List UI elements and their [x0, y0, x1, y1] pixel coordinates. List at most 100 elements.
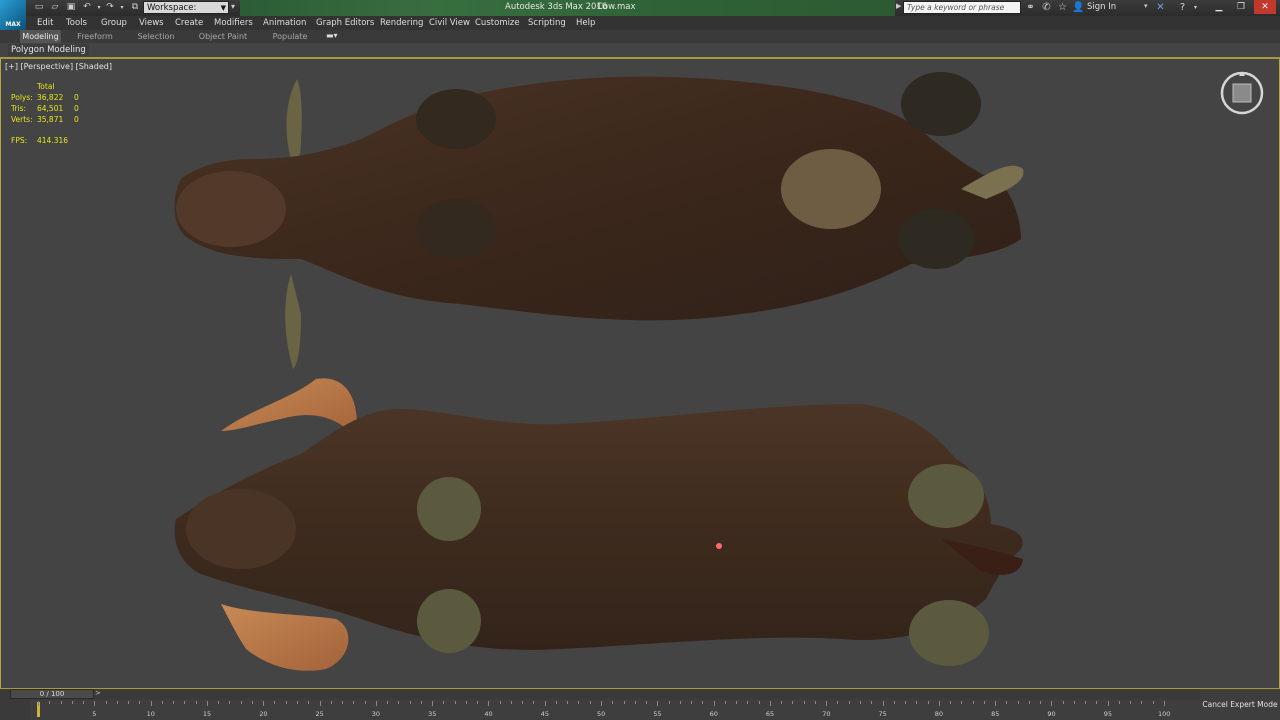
scene-render[interactable]	[1, 59, 1279, 688]
time-slider[interactable]: 0 / 100	[10, 689, 94, 699]
trackbar-tick	[1073, 701, 1075, 704]
open-file-icon[interactable]: ▱	[49, 2, 61, 13]
trackbar-tick	[972, 701, 974, 704]
favorites-star-icon[interactable]: ☆	[1056, 1, 1069, 14]
trackbar-tick	[1118, 701, 1120, 704]
viewcube-icon[interactable]	[1219, 70, 1265, 116]
tab-freeform[interactable]: Freeform	[73, 30, 117, 43]
redo-dropdown-icon[interactable]: ▾	[116, 2, 128, 13]
tab-populate[interactable]: Populate	[267, 30, 313, 43]
trackbar-tick-label: 35	[428, 710, 437, 718]
trackbar-tick	[60, 701, 62, 704]
trackbar-tick	[601, 701, 602, 706]
next-frame-icon[interactable]: >	[95, 689, 101, 697]
menu-rendering[interactable]: Rendering	[380, 17, 423, 29]
minimize-icon[interactable]: ▁	[1208, 0, 1230, 14]
tab-object-paint[interactable]: Object Paint	[196, 30, 250, 43]
trackbar-tick-label: 100	[1158, 710, 1171, 718]
trackbar-tick	[544, 701, 546, 706]
exchange-apps-icon[interactable]: ✕	[1154, 1, 1167, 14]
sign-in-dropdown-icon[interactable]: ▾	[1144, 2, 1148, 10]
trackbar-tick	[691, 701, 693, 704]
cancel-expert-mode-label: Cancel Expert Mode	[1202, 700, 1278, 709]
trackbar-tick	[116, 701, 118, 704]
trackbar-tick	[792, 701, 794, 704]
trackbar-tick	[859, 701, 861, 704]
help-icon[interactable]: ?	[1176, 1, 1189, 14]
customize-quick-access-icon[interactable]: ▾	[231, 2, 235, 11]
trackbar-tick	[296, 701, 298, 704]
save-file-icon[interactable]: ▣	[65, 2, 77, 13]
menu-tools[interactable]: Tools	[66, 17, 87, 29]
trackbar-tick	[432, 701, 434, 706]
undo-icon[interactable]: ↶	[81, 2, 93, 13]
application-button[interactable]: MAX	[0, 0, 26, 30]
trackbar-tick	[443, 701, 445, 704]
ribbon-panel: Polygon Modeling	[0, 43, 1280, 57]
trackbar-tick	[814, 701, 816, 704]
menu-create[interactable]: Create	[175, 17, 203, 29]
search-expand-icon[interactable]: ▶	[896, 2, 901, 10]
menu-views[interactable]: Views	[139, 17, 164, 29]
cancel-expert-mode-button[interactable]: Cancel Expert Mode	[1200, 689, 1280, 720]
trackbar-tick	[510, 701, 512, 704]
binoculars-search-icon[interactable]: ⚭	[1024, 1, 1037, 14]
search-input[interactable]	[903, 1, 1021, 14]
tab-selection[interactable]: Selection	[133, 30, 179, 43]
menu-graph-editors[interactable]: Graph Editors	[316, 17, 374, 29]
new-file-icon[interactable]: ▭	[33, 2, 45, 13]
set-project-folder-icon[interactable]: ⧉	[129, 2, 141, 13]
trackbar-tick	[105, 701, 107, 704]
trackbar-tick-label: 40	[484, 710, 493, 718]
menu-scripting[interactable]: Scripting	[528, 17, 566, 29]
time-slider-bar	[0, 689, 1200, 700]
trackbar-tick	[758, 701, 760, 704]
trackbar-tick	[1141, 701, 1143, 704]
menu-help[interactable]: Help	[576, 17, 595, 29]
trackbar-tick	[871, 701, 873, 704]
trackbar-tick	[330, 701, 332, 704]
trackbar-tick	[1040, 701, 1042, 704]
trackbar-tick	[938, 701, 940, 706]
trackbar-tick	[555, 701, 557, 704]
ribbon-options-icon[interactable]: ▬▾	[326, 31, 338, 40]
trackbar-tick-label: 55	[653, 710, 662, 718]
close-icon[interactable]: ✕	[1254, 0, 1276, 14]
user-icon[interactable]: 👤	[1072, 1, 1085, 14]
trackbar-tick-label: 80	[934, 710, 944, 718]
trackbar-tick	[488, 701, 490, 706]
trackbar-tick	[1152, 701, 1154, 704]
sign-in-link[interactable]: Sign In	[1087, 2, 1116, 12]
trackbar-tick	[195, 701, 197, 704]
trackbar-tick	[1028, 701, 1030, 704]
polygon-modeling-panel[interactable]: Polygon Modeling	[8, 44, 89, 56]
trackbar-tick	[218, 701, 220, 704]
tab-modeling[interactable]: Modeling	[20, 30, 61, 43]
restore-icon[interactable]: ❐	[1230, 0, 1252, 14]
menu-group[interactable]: Group	[101, 17, 127, 29]
trackbar-tick	[646, 701, 648, 704]
trackbar-tick-label: 90	[1047, 710, 1056, 718]
cow-model-bottom[interactable]	[174, 378, 1023, 671]
trackbar-tick-label: 45	[540, 710, 549, 718]
workspace-dropdown[interactable]: Workspace: Default ▼	[143, 1, 229, 26]
menu-modifiers[interactable]: Modifiers	[214, 17, 253, 29]
cow-model-top[interactable]	[174, 72, 1024, 369]
subscription-center-icon[interactable]: ✆	[1040, 1, 1053, 14]
chevron-down-icon: ▼	[220, 4, 226, 12]
trackbar-tick	[848, 701, 850, 704]
menu-customize[interactable]: Customize	[475, 17, 520, 29]
trackbar-tick	[240, 701, 242, 704]
trackbar-tick	[263, 701, 265, 706]
menu-animation[interactable]: Animation	[263, 17, 306, 29]
trackbar-tick	[398, 701, 400, 704]
help-dropdown-icon[interactable]: ▾	[1189, 1, 1202, 14]
redo-icon[interactable]: ↷	[104, 2, 116, 13]
menu-civil-view[interactable]: Civil View	[429, 17, 470, 29]
trackbar-tick	[229, 701, 231, 704]
menu-edit[interactable]: Edit	[37, 17, 53, 29]
perspective-viewport[interactable]: [+] [Perspective] [Shaded] Total Polys: …	[0, 59, 1280, 688]
trackbar-tick-label: 25	[315, 710, 324, 718]
mini-curve-editor-toggle[interactable]	[0, 700, 30, 720]
trackbar-tick-label: 20	[259, 710, 268, 718]
